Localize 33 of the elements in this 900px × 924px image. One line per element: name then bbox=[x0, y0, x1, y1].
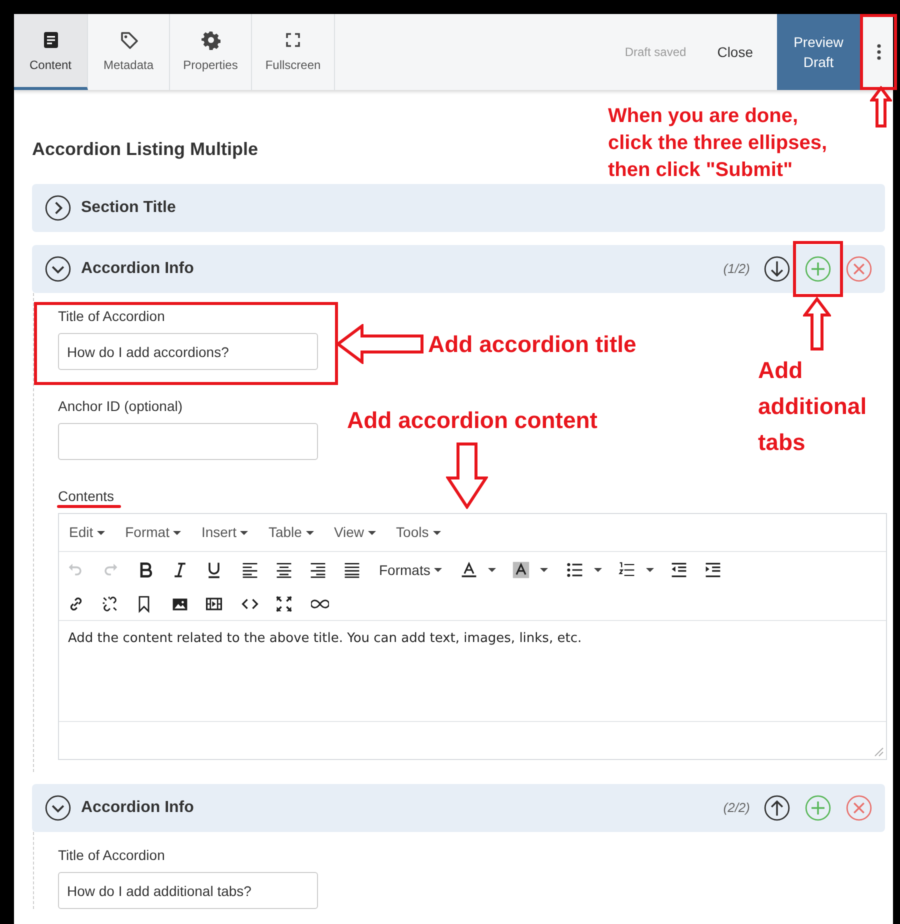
page-title: Accordion Listing Multiple bbox=[32, 138, 258, 160]
field-label: Title of Accordion bbox=[58, 846, 165, 864]
menu-button[interactable]: Edit bbox=[69, 522, 106, 543]
field-label: Anchor ID (optional) bbox=[58, 397, 183, 415]
menu-button[interactable]: Tools bbox=[396, 522, 441, 543]
item-counter: (1/2) bbox=[723, 260, 750, 278]
editor-tab[interactable]: Content bbox=[14, 14, 88, 90]
annotation-text: Add accordion title bbox=[428, 330, 636, 359]
editor-text: Add the content related to the above title. You can add text, images, links, etc. bbox=[68, 630, 583, 648]
menu-button[interactable]: Format bbox=[125, 522, 182, 543]
editor-tab[interactable]: Fullscreen bbox=[252, 14, 335, 90]
editor-tab[interactable]: Metadata bbox=[88, 14, 170, 90]
accordion-header[interactable]: Accordion Info (2/2) bbox=[32, 784, 885, 832]
menu-button[interactable]: Insert bbox=[201, 522, 248, 543]
menu-button[interactable]: Table bbox=[268, 522, 314, 543]
text-field[interactable]: How do I add accordions? bbox=[58, 333, 318, 370]
text-field[interactable]: How do I add additional tabs? bbox=[58, 872, 318, 909]
accordion-title: Accordion Info bbox=[81, 798, 194, 818]
menu-button[interactable]: View bbox=[334, 522, 376, 543]
accordion-title: Section Title bbox=[81, 198, 176, 218]
annotation-text: Add accordion content bbox=[347, 406, 598, 435]
field-label: Contents bbox=[58, 487, 114, 505]
annotation-text: Add additional tabs bbox=[758, 356, 868, 457]
close-button[interactable]: Close bbox=[717, 42, 753, 62]
field-label: Title of Accordion bbox=[58, 307, 165, 325]
editor-tab[interactable]: Properties bbox=[170, 14, 252, 90]
annotation-text: When you are done, click the three ellipses, then click "Submit" bbox=[608, 104, 828, 183]
item-counter: (2/2) bbox=[723, 799, 750, 818]
accordion-title: Accordion Info bbox=[81, 259, 194, 279]
formats-dropdown[interactable]: Formats bbox=[379, 560, 442, 580]
preview-draft-button[interactable]: Preview Draft bbox=[777, 14, 860, 90]
save-status: Draft saved bbox=[624, 44, 686, 61]
accordion-header[interactable]: Section Title bbox=[32, 184, 885, 232]
